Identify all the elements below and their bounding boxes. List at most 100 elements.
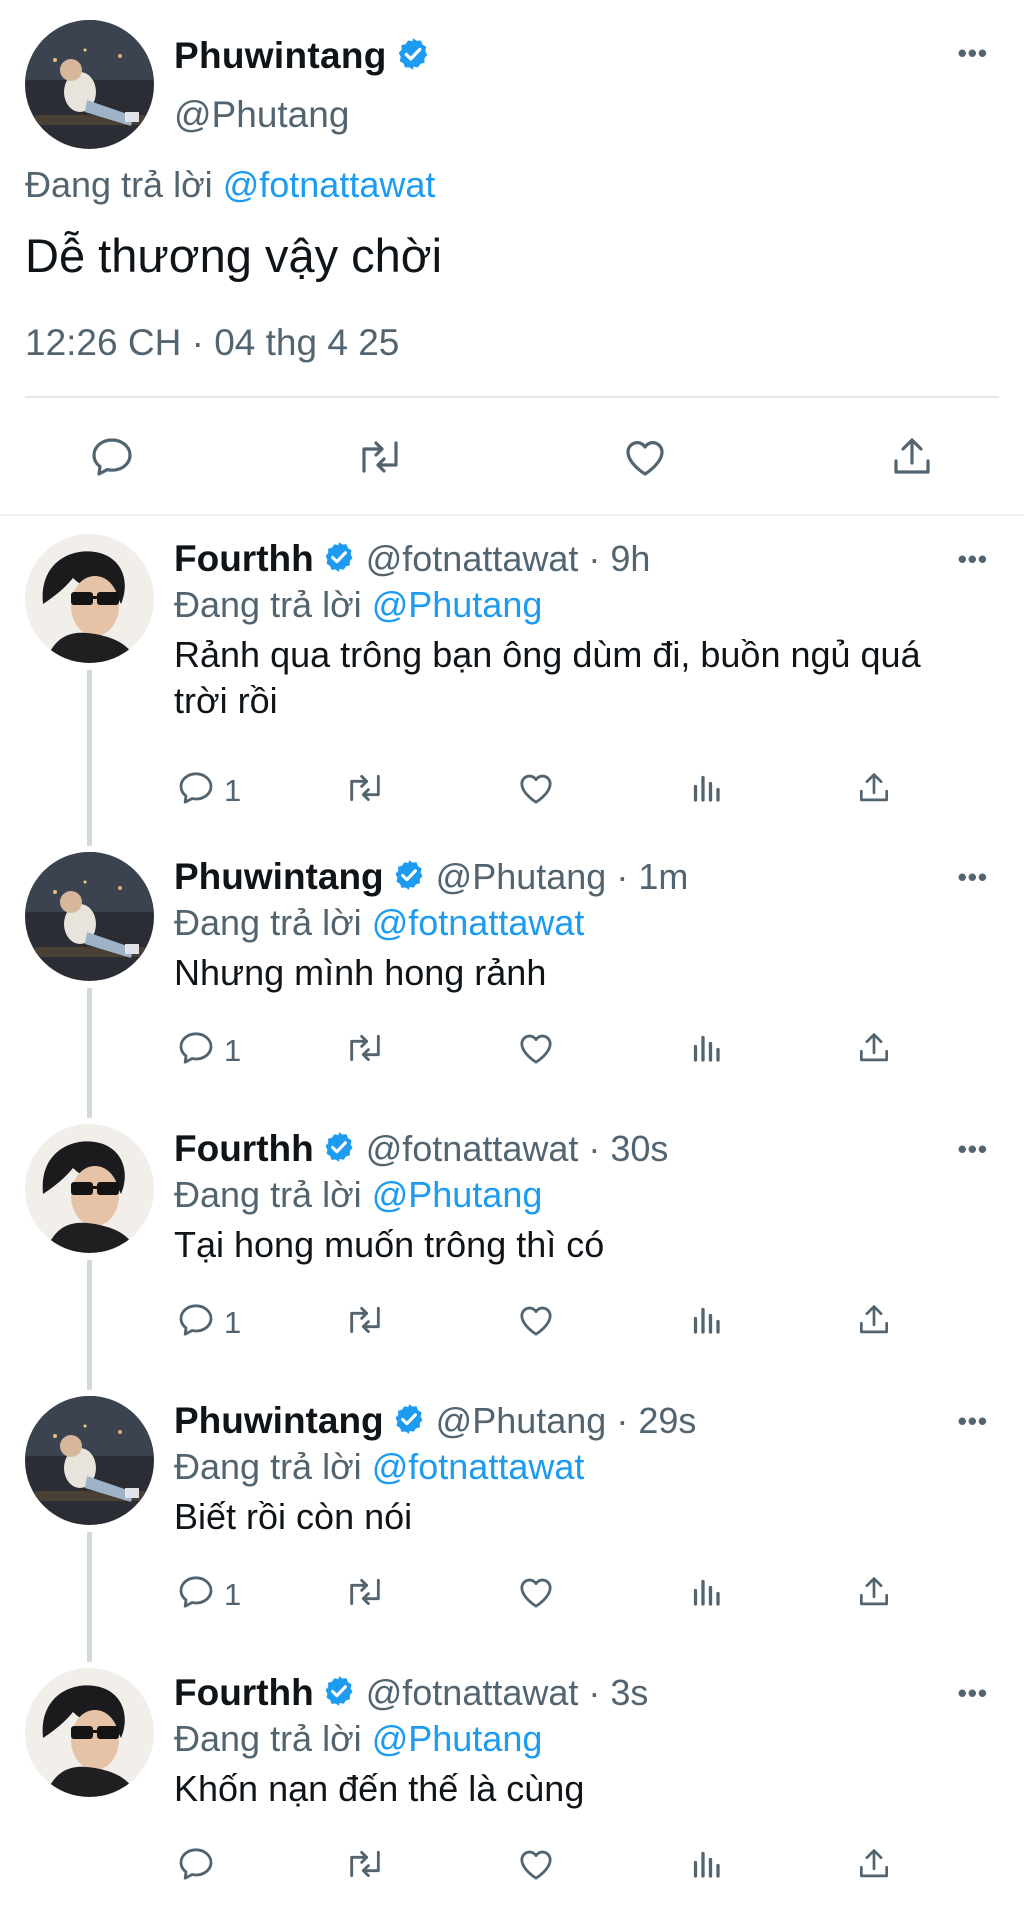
like-icon[interactable]: [515, 1300, 557, 1340]
avatar-fourthh[interactable]: [25, 534, 154, 663]
avatar-phuwintang[interactable]: [25, 20, 154, 149]
reply-count: 1: [224, 1032, 242, 1068]
reply-icon: [176, 768, 216, 813]
display-name[interactable]: Phuwintang: [174, 35, 387, 77]
share-icon[interactable]: [855, 1028, 893, 1068]
handle-and-time[interactable]: @fotnattawat · 3s: [366, 1672, 649, 1714]
replying-prefix: Đang trả lời: [174, 584, 362, 625]
verified-badge-icon: [322, 1674, 356, 1713]
replying-to: Đang trả lời @Phutang: [174, 584, 542, 626]
views-icon[interactable]: [688, 1572, 724, 1612]
like-icon[interactable]: [515, 1028, 557, 1068]
tweet-text: Biết rồi còn nói: [174, 1496, 413, 1537]
reply-count: 1: [224, 1304, 242, 1340]
share-icon[interactable]: [855, 768, 893, 808]
replying-mention-link[interactable]: @Phutang: [372, 1174, 543, 1215]
share-icon[interactable]: [855, 1844, 893, 1884]
like-icon[interactable]: [620, 433, 670, 486]
share-icon[interactable]: [855, 1300, 893, 1340]
retweet-icon[interactable]: [342, 1572, 388, 1612]
verified-badge-icon: [392, 858, 426, 897]
more-options-icon[interactable]: •••: [958, 1406, 988, 1437]
reply-icon: [176, 1572, 216, 1617]
display-name[interactable]: Phuwintang: [174, 856, 384, 898]
avatar-phuwintang[interactable]: [25, 852, 154, 981]
avatar-fourthh[interactable]: [25, 1668, 154, 1797]
thread-connector: [87, 670, 92, 846]
retweet-icon[interactable]: [342, 1844, 388, 1884]
handle[interactable]: @Phutang: [174, 94, 349, 136]
more-options-icon[interactable]: •••: [958, 1134, 988, 1165]
reply-button[interactable]: 1: [176, 1300, 241, 1345]
replying-to: Đang trả lời @Phutang: [174, 1174, 542, 1216]
tweet-action-bar: 1: [0, 1300, 1024, 1350]
reply-button[interactable]: 1: [176, 768, 241, 813]
more-options-icon[interactable]: •••: [958, 38, 988, 69]
reply-icon: [176, 1028, 216, 1073]
share-icon[interactable]: [888, 433, 936, 486]
more-options-icon[interactable]: •••: [958, 1678, 988, 1709]
share-icon[interactable]: [855, 1572, 893, 1612]
reply-tweet[interactable]: Fourthh @fotnattawat · 3s ••• Đang trả l…: [0, 1668, 1024, 1918]
tweet-text: Rảnh qua trông bạn ông dùm đi, buồn ngủ …: [174, 634, 921, 721]
display-name[interactable]: Fourthh: [174, 1672, 314, 1714]
reply-button[interactable]: [176, 1844, 224, 1889]
more-options-icon[interactable]: •••: [958, 544, 988, 575]
views-icon[interactable]: [688, 1300, 724, 1340]
tweet-action-bar: 1: [0, 1028, 1024, 1078]
retweet-icon[interactable]: [353, 433, 407, 486]
views-icon[interactable]: [688, 1844, 724, 1884]
replying-prefix: Đang trả lời: [174, 1446, 362, 1487]
reply-tweet[interactable]: Phuwintang @Phutang · 1m ••• Đang trả lờ…: [0, 852, 1024, 1118]
tweet-action-bar: [0, 425, 1024, 491]
tweet-action-bar: 1: [0, 1572, 1024, 1622]
reply-button[interactable]: 1: [176, 1572, 241, 1617]
views-icon[interactable]: [688, 768, 724, 808]
verified-badge-icon: [392, 1402, 426, 1441]
replying-prefix: Đang trả lời: [174, 902, 362, 943]
verified-badge-icon: [395, 36, 431, 77]
divider: [0, 514, 1024, 516]
tweet-action-bar: [0, 1844, 1024, 1894]
handle-and-time[interactable]: @Phutang · 1m: [436, 856, 689, 898]
retweet-icon[interactable]: [342, 768, 388, 808]
display-name[interactable]: Fourthh: [174, 1128, 314, 1170]
tweet-timestamp[interactable]: 12:26 CH · 04 thg 4 25: [25, 322, 399, 364]
reply-tweet[interactable]: Fourthh @fotnattawat · 30s ••• Đang trả …: [0, 1124, 1024, 1390]
replying-prefix: Đang trả lời: [174, 1718, 362, 1759]
like-icon[interactable]: [515, 768, 557, 808]
reply-icon: [176, 1300, 216, 1345]
replying-mention-link[interactable]: @Phutang: [372, 584, 543, 625]
reply-count: 1: [224, 772, 242, 808]
handle-and-time[interactable]: @Phutang · 29s: [436, 1400, 697, 1442]
divider: [25, 396, 999, 398]
reply-button[interactable]: 1: [176, 1028, 241, 1073]
like-icon[interactable]: [515, 1572, 557, 1612]
avatar-fourthh[interactable]: [25, 1124, 154, 1253]
display-name[interactable]: Fourthh: [174, 538, 314, 580]
handle-and-time[interactable]: @fotnattawat · 30s: [366, 1128, 669, 1170]
views-icon[interactable]: [688, 1028, 724, 1068]
display-name[interactable]: Phuwintang: [174, 1400, 384, 1442]
replying-mention-link[interactable]: @fotnattawat: [372, 902, 585, 943]
reply-count: 1: [224, 1576, 242, 1612]
avatar-phuwintang[interactable]: [25, 1396, 154, 1525]
tweet-text: Dễ thương vậy chời: [25, 229, 443, 282]
replying-to: Đang trả lời @fotnattawat: [25, 164, 435, 206]
tweet-text: Nhưng mình hong rảnh: [174, 952, 547, 993]
handle-and-time[interactable]: @fotnattawat · 9h: [366, 538, 651, 580]
reply-icon[interactable]: [88, 433, 136, 486]
replying-prefix: Đang trả lời: [174, 1174, 362, 1215]
more-options-icon[interactable]: •••: [958, 862, 988, 893]
retweet-icon[interactable]: [342, 1028, 388, 1068]
replying-to: Đang trả lời @fotnattawat: [174, 1446, 584, 1488]
retweet-icon[interactable]: [342, 1300, 388, 1340]
reply-tweet[interactable]: Phuwintang @Phutang · 29s ••• Đang trả l…: [0, 1396, 1024, 1662]
reply-tweet[interactable]: Fourthh @fotnattawat · 9h ••• Đang trả l…: [0, 534, 1024, 846]
main-tweet: Phuwintang @Phutang ••• Đang trả lời @fo…: [0, 0, 1024, 516]
replying-mention-link[interactable]: @fotnattawat: [223, 164, 436, 205]
like-icon[interactable]: [515, 1844, 557, 1884]
verified-badge-icon: [322, 1130, 356, 1169]
replying-mention-link[interactable]: @fotnattawat: [372, 1446, 585, 1487]
replying-mention-link[interactable]: @Phutang: [372, 1718, 543, 1759]
